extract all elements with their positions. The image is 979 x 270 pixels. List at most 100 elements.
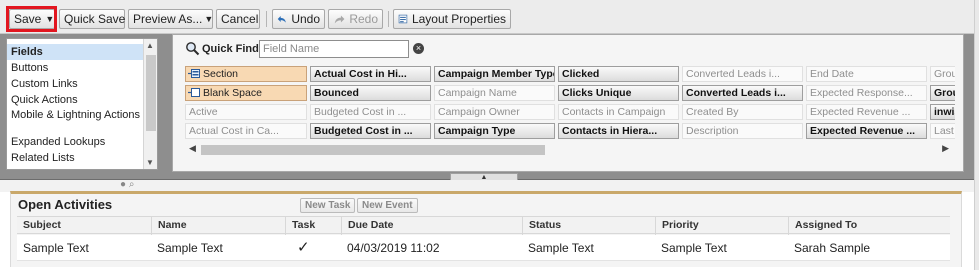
field-item[interactable]: Contacts in Hiera... bbox=[558, 123, 679, 139]
layout-properties-label: Layout Properties bbox=[411, 12, 506, 26]
field-item[interactable]: Contacts in Campaign bbox=[558, 104, 679, 120]
section-title: Open Activities bbox=[18, 197, 113, 212]
search-icon bbox=[186, 42, 200, 56]
field-palette: Quick Find × Section Actual Cost in Hi..… bbox=[172, 34, 964, 172]
category-item-custom-links[interactable]: Custom Links bbox=[7, 76, 145, 92]
column-header-status: Status bbox=[522, 217, 655, 235]
layout-properties-button[interactable]: Layout Properties bbox=[393, 9, 511, 29]
undo-label: Undo bbox=[291, 12, 320, 26]
toolbar: Save ▼ Quick Save Preview As... ▼ Cancel… bbox=[0, 0, 974, 34]
scroll-thumb[interactable] bbox=[146, 55, 156, 131]
field-item[interactable]: Converted Leads i... bbox=[682, 85, 803, 101]
field-section[interactable]: Section bbox=[185, 66, 307, 82]
palette-category-list: Fields Buttons Custom Links Quick Action… bbox=[6, 38, 158, 170]
field-item[interactable]: Budgeted Cost in ... bbox=[310, 123, 431, 139]
field-label: Section bbox=[203, 68, 239, 80]
section-icon bbox=[188, 69, 200, 78]
field-item[interactable]: Campaign Name bbox=[434, 85, 555, 101]
field-horizontal-scrollbar[interactable]: ◀ ▶ bbox=[185, 143, 955, 157]
quick-find-label: Quick Find bbox=[185, 41, 259, 56]
checkmark-icon: ✓ bbox=[297, 239, 310, 256]
redo-label: Redo bbox=[349, 12, 378, 26]
scroll-right-icon[interactable]: ▶ bbox=[942, 143, 949, 154]
layout-properties-icon bbox=[398, 14, 408, 24]
column-header-name: Name bbox=[151, 217, 285, 235]
toolbar-divider bbox=[266, 11, 267, 27]
clear-search-icon[interactable]: × bbox=[413, 43, 424, 54]
new-task-button[interactable]: New Task bbox=[300, 198, 356, 213]
field-blank-space[interactable]: Blank Space bbox=[185, 85, 307, 101]
category-items: Fields Buttons Custom Links Quick Action… bbox=[7, 44, 145, 166]
field-item[interactable]: Grou bbox=[930, 66, 955, 82]
new-event-button[interactable]: New Event bbox=[357, 198, 418, 213]
field-item[interactable]: Campaign Type bbox=[434, 123, 555, 139]
field-item[interactable]: Actual Cost in Hi... bbox=[310, 66, 431, 82]
cell-priority: Sample Text bbox=[661, 241, 727, 255]
field-item[interactable]: Expected Revenue ... bbox=[806, 104, 927, 120]
chevron-down-icon: ▼ bbox=[204, 14, 214, 24]
redo-icon bbox=[334, 15, 345, 24]
field-item[interactable]: Active bbox=[185, 104, 307, 120]
cancel-label: Cancel bbox=[221, 12, 259, 26]
field-label: Blank Space bbox=[203, 87, 262, 99]
field-item[interactable]: Campaign Member Type bbox=[434, 66, 555, 82]
page-scrollbar[interactable] bbox=[974, 0, 979, 270]
undo-button[interactable]: Undo bbox=[272, 9, 325, 29]
field-item[interactable]: Actual Cost in Ca... bbox=[185, 123, 307, 139]
toolbar-divider bbox=[388, 11, 389, 27]
cell-name: Sample Text bbox=[157, 241, 223, 255]
scroll-up-icon[interactable]: ▲ bbox=[146, 41, 154, 50]
category-item-quick-actions[interactable]: Quick Actions bbox=[7, 92, 145, 108]
scroll-thumb[interactable] bbox=[201, 145, 545, 155]
cancel-button[interactable]: Cancel bbox=[216, 9, 260, 29]
field-item[interactable]: Campaign Owner bbox=[434, 104, 555, 120]
field-item[interactable]: Clicks Unique bbox=[558, 85, 679, 101]
field-item[interactable]: Grou bbox=[930, 85, 955, 101]
save-button[interactable]: Save ▼ bbox=[9, 9, 55, 29]
field-item[interactable]: Last I bbox=[930, 123, 955, 139]
column-header-assigned-to: Assigned To bbox=[788, 217, 950, 235]
quick-find-input[interactable] bbox=[259, 40, 409, 58]
cell-due-date: 04/03/2019 11:02 bbox=[347, 241, 440, 255]
category-scrollbar[interactable]: ▲ ▼ bbox=[143, 39, 157, 169]
field-item[interactable]: End Date bbox=[806, 66, 927, 82]
scroll-left-icon[interactable]: ◀ bbox=[189, 143, 196, 154]
column-header-due-date: Due Date bbox=[341, 217, 522, 235]
field-grid: Section Actual Cost in Hi... Campaign Me… bbox=[185, 66, 955, 142]
column-header-subject: Subject bbox=[23, 219, 61, 231]
category-item-related-lists[interactable]: Related Lists bbox=[7, 150, 145, 166]
field-item[interactable]: Converted Leads i... bbox=[682, 66, 803, 82]
cell-assigned-to: Sarah Sample bbox=[794, 241, 871, 255]
save-dropdown-icon[interactable]: ▼ bbox=[45, 10, 54, 28]
field-item[interactable]: Bounced bbox=[310, 85, 431, 101]
blank-space-icon bbox=[188, 88, 200, 97]
save-label: Save bbox=[14, 12, 42, 26]
quick-save-label: Quick Save bbox=[64, 12, 126, 26]
table-row: Sample Text Sample Text ✓ 04/03/2019 11:… bbox=[17, 235, 950, 261]
category-item-fields[interactable]: Fields bbox=[7, 44, 145, 60]
layout-editor-palette: Save ▼ Quick Save Preview As... ▼ Cancel… bbox=[0, 0, 974, 180]
field-item[interactable]: Expected Revenue ... bbox=[806, 123, 927, 139]
quick-save-button[interactable]: Quick Save bbox=[59, 9, 125, 29]
table-header: Subject Name Task Due Date Status Priori… bbox=[17, 216, 950, 235]
redo-button[interactable]: Redo bbox=[328, 9, 383, 29]
column-header-priority: Priority bbox=[655, 217, 788, 235]
field-item[interactable]: Clicked bbox=[558, 66, 679, 82]
field-item[interactable]: inwis bbox=[930, 104, 955, 120]
field-item[interactable]: Description bbox=[682, 123, 803, 139]
field-item[interactable]: Created By bbox=[682, 104, 803, 120]
column-header-task: Task bbox=[285, 217, 341, 235]
field-item[interactable]: Budgeted Cost in ... bbox=[310, 104, 431, 120]
category-item-expanded-lookups[interactable]: Expanded Lookups bbox=[7, 134, 145, 150]
field-item[interactable]: Expected Response... bbox=[806, 85, 927, 101]
search-icon: ● ⌕ bbox=[120, 179, 135, 190]
quick-find-text: Quick Find bbox=[202, 42, 259, 55]
category-item-mobile-lightning-actions[interactable]: Mobile & Lightning Actions bbox=[7, 108, 145, 134]
cell-status: Sample Text bbox=[528, 241, 594, 255]
preview-as-button[interactable]: Preview As... ▼ bbox=[128, 9, 213, 29]
category-item-buttons[interactable]: Buttons bbox=[7, 60, 145, 76]
scroll-down-icon[interactable]: ▼ bbox=[146, 158, 154, 167]
preview-as-label: Preview As... bbox=[133, 12, 203, 26]
cell-subject: Sample Text bbox=[23, 241, 89, 255]
undo-icon bbox=[277, 16, 286, 23]
